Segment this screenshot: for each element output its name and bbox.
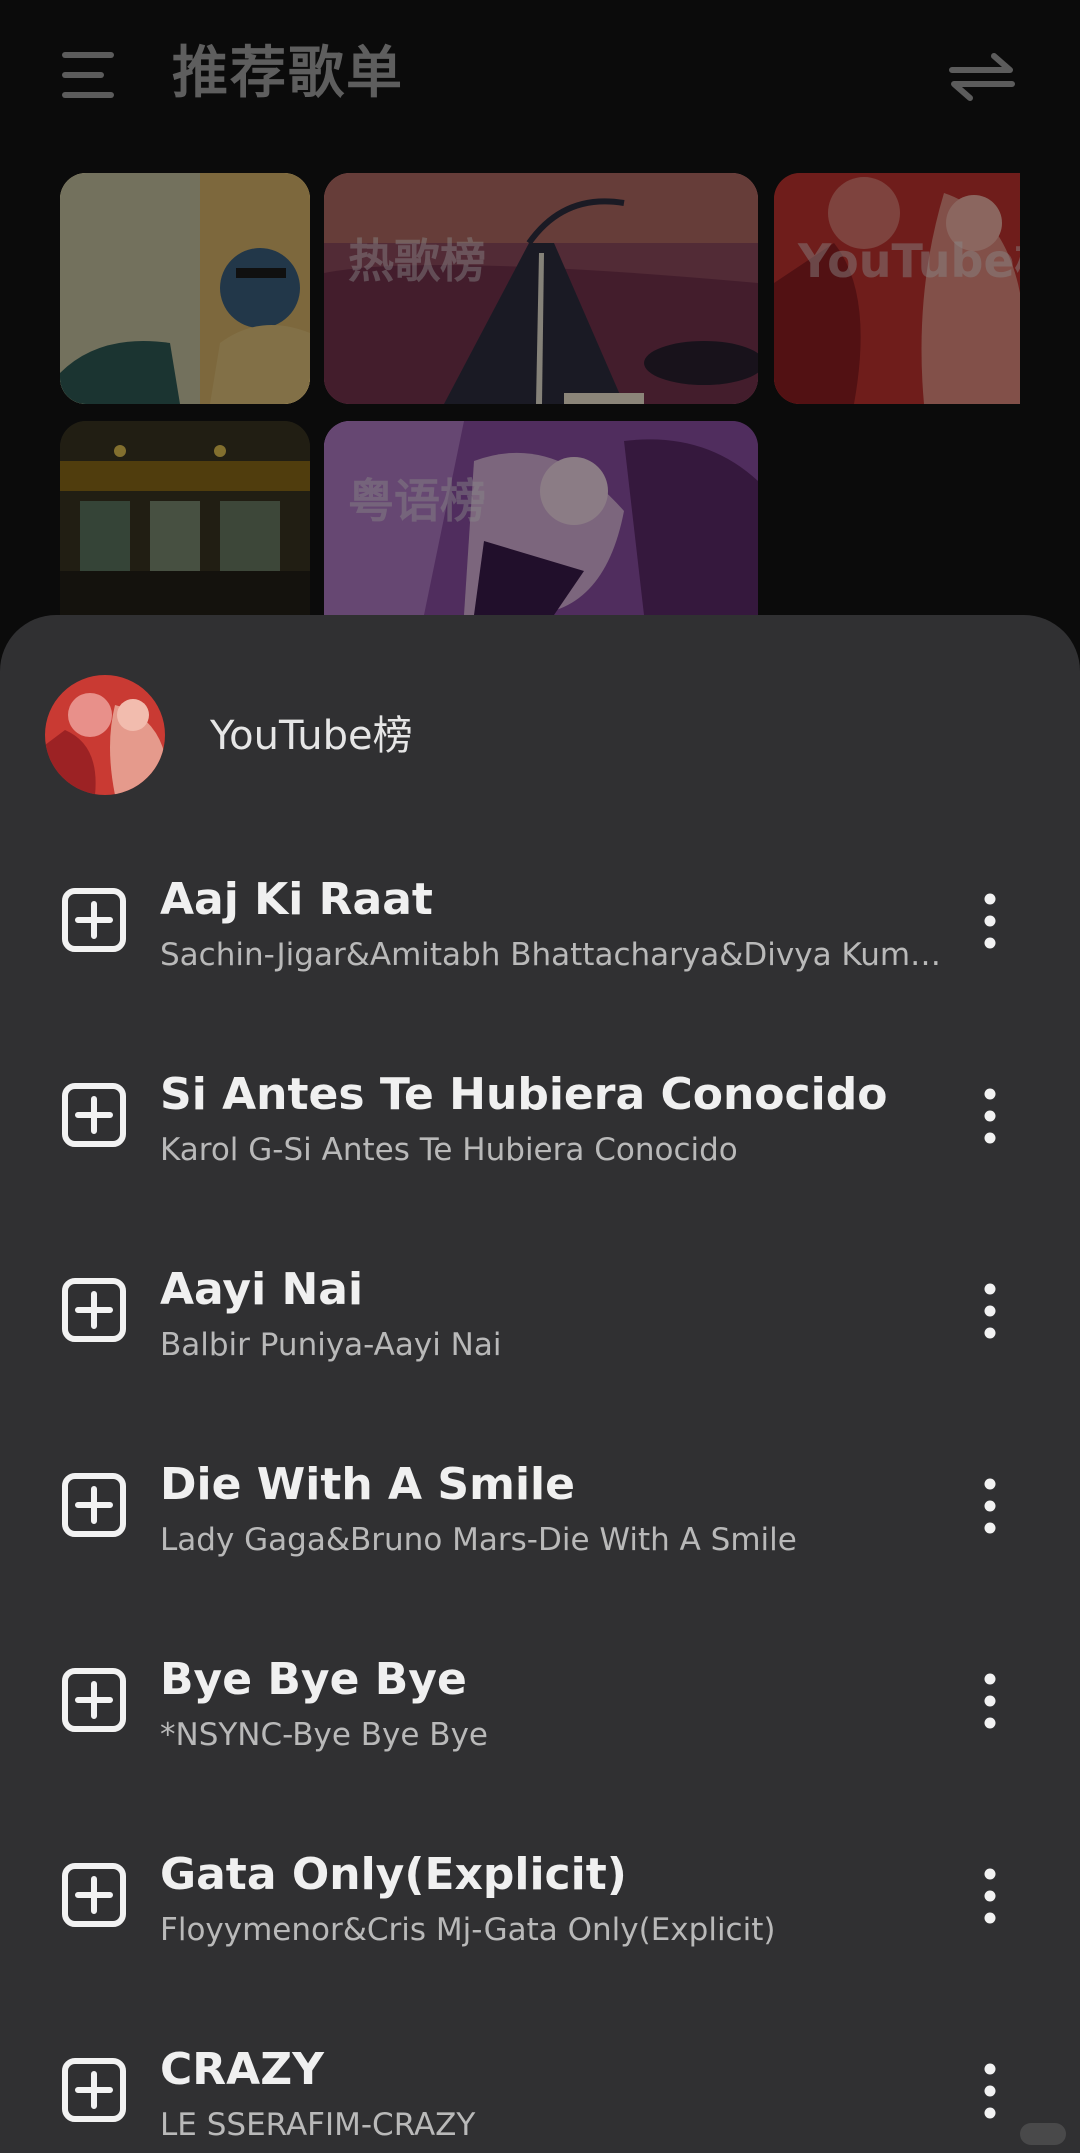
more-options-icon[interactable] [972, 893, 1008, 949]
song-row[interactable]: Gata Only(Explicit) Floyymenor&Cris Mj-G… [0, 1820, 1080, 2015]
song-row[interactable]: Aaj Ki Raat Sachin-Jigar&Amitabh Bhattac… [0, 845, 1080, 1040]
song-artist: Sachin-Jigar&Amitabh Bhattacharya&Divya … [160, 937, 942, 973]
add-to-playlist-icon[interactable] [62, 888, 126, 952]
sheet-header: YouTube榜 [0, 615, 1080, 815]
playlist-avatar [45, 675, 165, 795]
song-row[interactable]: Die With A Smile Lady Gaga&Bruno Mars-Di… [0, 1430, 1080, 1625]
add-to-playlist-icon[interactable] [62, 1668, 126, 1732]
more-options-icon[interactable] [972, 1088, 1008, 1144]
playlist-card[interactable]: 粤语榜 [324, 421, 758, 615]
add-to-playlist-icon[interactable] [62, 2058, 126, 2122]
more-options-icon[interactable] [972, 1673, 1008, 1729]
add-to-playlist-icon[interactable] [62, 1863, 126, 1927]
switch-arrows-icon[interactable] [946, 44, 1018, 108]
song-title: Aaj Ki Raat [160, 874, 433, 925]
song-row[interactable]: Bye Bye Bye *NSYNC-Bye Bye Bye [0, 1625, 1080, 1820]
sheet-title: YouTube榜 [210, 713, 413, 759]
screen: 推荐歌单 热歌榜 YouTube 粤语榜 YouTube榜 Aaj Ki Raa… [0, 0, 1080, 2153]
song-title: Bye Bye Bye [160, 1654, 467, 1705]
song-title: Die With A Smile [160, 1459, 575, 1510]
page-title: 推荐歌单 [172, 41, 404, 106]
song-list: Aaj Ki Raat Sachin-Jigar&Amitabh Bhattac… [0, 845, 1080, 2153]
song-artist: Balbir Puniya-Aayi Nai [160, 1327, 502, 1363]
top-bar: 推荐歌单 [0, 0, 1080, 160]
song-artist: Karol G-Si Antes Te Hubiera Conocido [160, 1132, 738, 1168]
song-title: Si Antes Te Hubiera Conocido [160, 1069, 888, 1120]
song-row[interactable]: Si Antes Te Hubiera Conocido Karol G-Si … [0, 1040, 1080, 1235]
song-row[interactable]: Aayi Nai Balbir Puniya-Aayi Nai [0, 1235, 1080, 1430]
add-to-playlist-icon[interactable] [62, 1083, 126, 1147]
song-title: Aayi Nai [160, 1264, 364, 1315]
watermark-badge [1020, 2123, 1066, 2145]
song-artist: LE SSERAFIM-CRAZY [160, 2107, 476, 2143]
add-to-playlist-icon[interactable] [62, 1473, 126, 1537]
add-to-playlist-icon[interactable] [62, 1278, 126, 1342]
song-artist: *NSYNC-Bye Bye Bye [160, 1717, 488, 1753]
more-options-icon[interactable] [972, 2063, 1008, 2119]
playlist-bottom-sheet: YouTube榜 Aaj Ki Raat Sachin-Jigar&Amitab… [0, 615, 1080, 2153]
playlist-card[interactable]: 热歌榜 [324, 173, 758, 404]
more-options-icon[interactable] [972, 1478, 1008, 1534]
menu-icon[interactable] [58, 44, 122, 108]
playlist-card[interactable]: YouTube榜 [774, 173, 1020, 404]
playlist-card[interactable] [60, 173, 310, 404]
playlist-card[interactable] [60, 421, 310, 615]
more-options-icon[interactable] [972, 1283, 1008, 1339]
song-artist: Lady Gaga&Bruno Mars-Die With A Smile [160, 1522, 797, 1558]
more-options-icon[interactable] [972, 1868, 1008, 1924]
song-title: Gata Only(Explicit) [160, 1849, 627, 1900]
song-title: CRAZY [160, 2044, 324, 2095]
song-artist: Floyymenor&Cris Mj-Gata Only(Explicit) [160, 1912, 776, 1948]
song-row[interactable]: CRAZY LE SSERAFIM-CRAZY [0, 2015, 1080, 2153]
